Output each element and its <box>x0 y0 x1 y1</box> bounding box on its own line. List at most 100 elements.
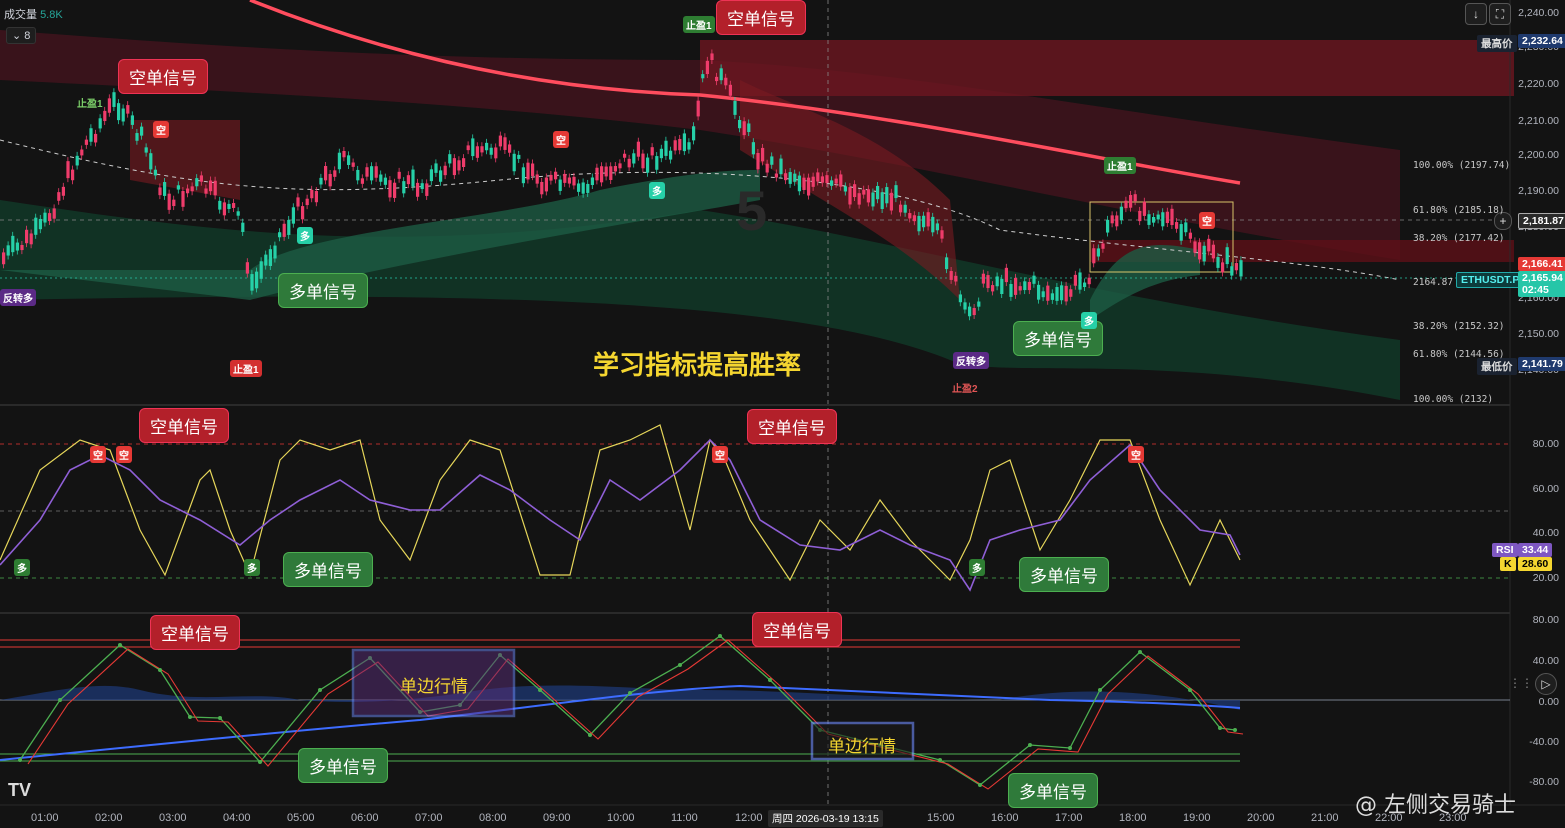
candle <box>158 187 162 196</box>
candle <box>632 153 636 164</box>
short-marker: 空 <box>712 446 728 463</box>
short-signal-callout: 空单信号 <box>139 408 229 443</box>
collapse-count: 8 <box>24 30 31 42</box>
low-label: 最低价 <box>1477 358 1517 375</box>
candle <box>1225 247 1229 265</box>
osc-dot <box>58 698 62 702</box>
time-tick: 10:00 <box>607 812 635 824</box>
candle <box>669 150 673 160</box>
candle <box>291 207 295 224</box>
candle <box>609 166 613 180</box>
candle <box>540 181 544 195</box>
candle <box>6 245 10 256</box>
rsi-tick: 80.00 <box>1532 438 1559 450</box>
candle <box>374 166 378 178</box>
candle <box>889 192 893 211</box>
candle <box>11 235 15 253</box>
candle <box>871 192 875 207</box>
osc-histogram <box>0 685 1240 710</box>
candle <box>793 173 797 182</box>
candle <box>305 198 309 206</box>
candle <box>310 189 314 199</box>
time-tick: 08:00 <box>479 812 507 824</box>
candle <box>416 182 420 197</box>
candle <box>935 223 939 231</box>
candle <box>604 166 608 177</box>
candle <box>678 138 682 151</box>
candle <box>843 186 847 192</box>
candle <box>1050 293 1054 300</box>
fullscreen-icon[interactable]: ⛶ <box>1489 3 1511 25</box>
candle <box>448 154 452 164</box>
price-tick: 2,150.00 <box>1518 328 1559 340</box>
candle <box>692 126 696 141</box>
candle <box>425 183 429 196</box>
candle <box>682 133 686 152</box>
candle <box>958 294 962 303</box>
indicator-collapse-button[interactable]: ⌄ 8 <box>6 27 37 44</box>
candle <box>742 121 746 136</box>
candle <box>945 257 949 270</box>
candle <box>1230 266 1234 276</box>
osc-dot <box>678 663 682 667</box>
short-signal-callout: 空单信号 <box>752 612 842 647</box>
candle <box>172 199 176 207</box>
osc-dot <box>158 668 162 672</box>
osc-tick: -80.00 <box>1529 776 1559 788</box>
short-marker: 空 <box>90 446 106 463</box>
last-price-tag: 2,165.94 02:45 <box>1518 271 1565 297</box>
short-signal-callout: 空单信号 <box>747 409 837 444</box>
resistance-zone <box>700 40 1514 96</box>
osc-dot <box>1098 688 1102 692</box>
candle <box>774 173 778 178</box>
candle <box>1027 281 1031 291</box>
download-icon[interactable]: ↓ <box>1465 3 1487 25</box>
candle <box>636 141 640 157</box>
candle <box>420 183 424 190</box>
candle <box>186 188 190 194</box>
candle <box>1069 289 1073 297</box>
candle <box>1018 286 1022 291</box>
replay-icon[interactable]: ▷ <box>1535 673 1557 695</box>
candle <box>1188 232 1192 239</box>
price-tick: 2,200.00 <box>1518 149 1559 161</box>
candle <box>1170 208 1174 226</box>
candle <box>324 166 328 181</box>
candle <box>457 160 461 171</box>
candle <box>75 155 79 166</box>
symbol-tag: ETHUSDT.P <box>1456 272 1525 288</box>
candle <box>728 84 732 96</box>
time-tick: 12:00 <box>735 812 763 824</box>
candle <box>1142 201 1146 216</box>
candle <box>876 185 880 200</box>
candle <box>126 105 130 114</box>
candle <box>89 128 93 142</box>
candle <box>71 169 75 181</box>
candle <box>84 139 88 145</box>
fib-level-label: 100.00% (2132) <box>1413 394 1494 405</box>
candle <box>733 101 737 115</box>
trend-label: 单边行情 <box>400 677 468 696</box>
drag-handle-icon[interactable]: ⋮⋮ <box>1509 673 1533 693</box>
osc-dot <box>188 715 192 719</box>
candle <box>365 167 369 177</box>
candle <box>314 191 318 203</box>
candle <box>1184 222 1188 233</box>
long-signal-callout: 多单信号 <box>1008 773 1098 808</box>
candle <box>1092 248 1096 264</box>
candle <box>264 254 268 266</box>
candle <box>498 135 502 147</box>
candle <box>1147 214 1151 225</box>
low-value: 2,141.79 <box>1518 357 1565 371</box>
short-marker: 空 <box>553 131 569 148</box>
osc-dot <box>718 634 722 638</box>
crosshair-time: 周四 2026-03-19 13:15 <box>768 810 883 827</box>
candle <box>1073 274 1077 286</box>
candle <box>885 187 889 204</box>
candle <box>779 158 783 175</box>
candle <box>784 173 788 181</box>
candle <box>862 189 866 195</box>
candle <box>48 213 52 222</box>
candle <box>107 98 111 113</box>
osc-dot <box>218 716 222 720</box>
